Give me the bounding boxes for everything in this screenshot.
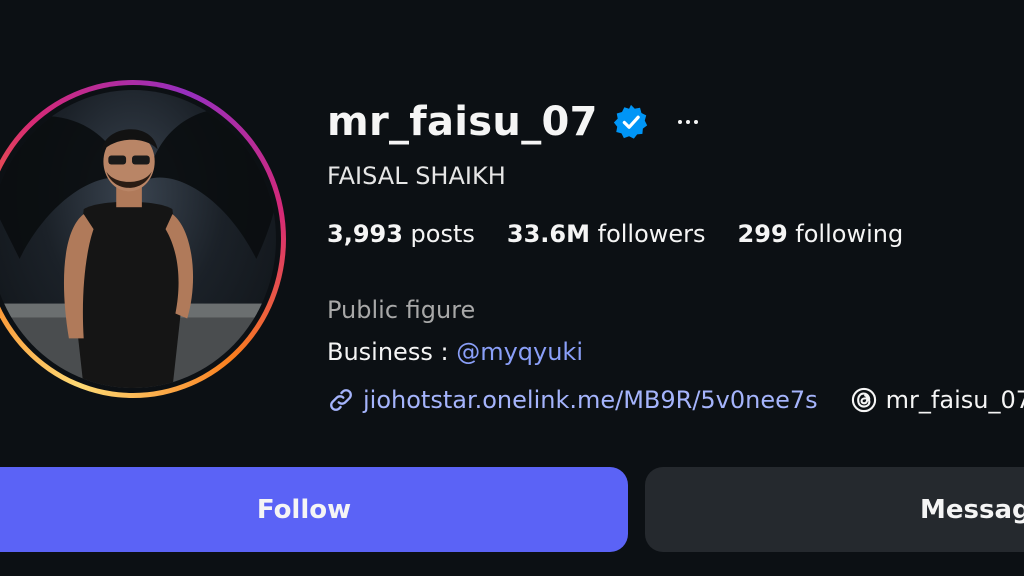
following-stat[interactable]: 299 following — [738, 220, 904, 248]
posts-count: 3,993 — [327, 220, 403, 248]
threads-handle: mr_faisu_07 — [885, 386, 1024, 414]
posts-label: posts — [402, 220, 475, 248]
more-options-icon[interactable] — [672, 114, 704, 130]
followers-count: 33.6M — [506, 220, 590, 248]
business-mention-link[interactable]: @myqyuki — [456, 338, 583, 366]
username: mr_faisu_07 — [327, 99, 598, 145]
followers-label: followers — [590, 220, 706, 248]
username-row: mr_faisu_07 — [327, 96, 704, 148]
full-name: FAISAL SHAIKH — [327, 162, 506, 190]
links-row: jiohotstar.onelink.me/MB9R/5v0nee7s mr_f… — [327, 386, 1024, 414]
profile-category: Public figure — [327, 296, 476, 324]
avatar-photo — [0, 90, 276, 388]
followers-stat[interactable]: 33.6M followers — [507, 220, 706, 248]
verified-badge-icon — [613, 104, 647, 139]
following-count: 299 — [737, 220, 788, 248]
link-icon — [330, 389, 352, 411]
business-label: Business : — [327, 338, 457, 366]
threads-icon — [851, 387, 876, 413]
profile-page: mr_faisu_07 FAISAL SHAIKH 3,993 posts 33… — [0, 0, 1024, 576]
threads-link[interactable]: mr_faisu_07 — [850, 386, 1024, 414]
external-link-text: jiohotstar.onelink.me/MB9R/5v0nee7s — [363, 386, 818, 414]
external-link[interactable]: jiohotstar.onelink.me/MB9R/5v0nee7s — [327, 386, 818, 414]
posts-stat[interactable]: 3,993 posts — [327, 220, 475, 248]
profile-avatar[interactable] — [0, 80, 286, 398]
profile-stats: 3,993 posts 33.6M followers 299 followin… — [327, 220, 903, 248]
business-line: Business : @myqyuki — [327, 338, 583, 366]
following-label: following — [787, 220, 904, 248]
follow-button[interactable]: Follow — [0, 467, 628, 552]
message-button[interactable]: Message — [645, 467, 1024, 552]
person-photo-illustration — [0, 108, 276, 388]
